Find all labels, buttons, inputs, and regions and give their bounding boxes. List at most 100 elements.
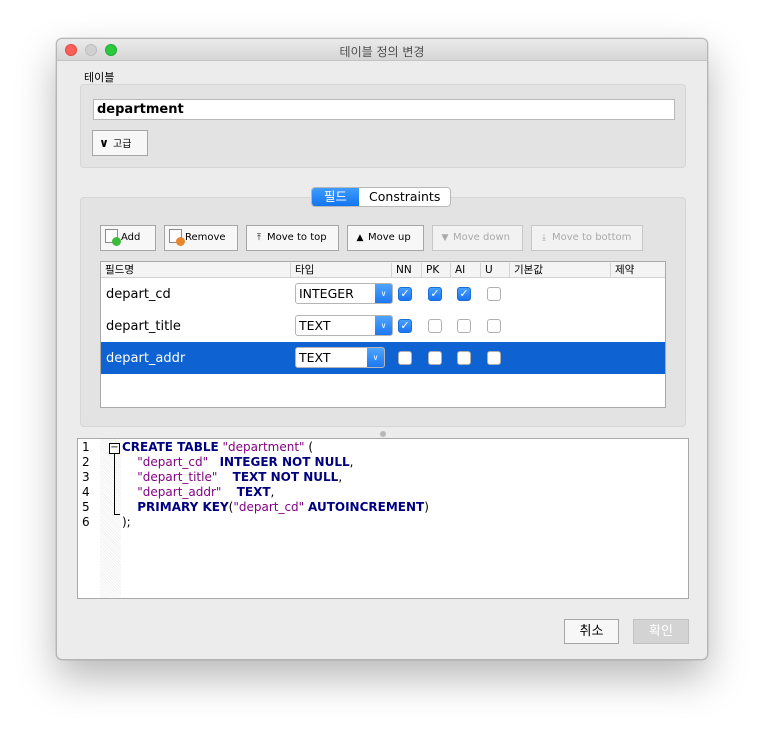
column-header[interactable]: PK [421,263,439,277]
code-line: "depart_cd" INTEGER NOT NULL, [122,455,353,469]
move-to-top-button[interactable]: ⤒ Move to top [246,225,339,251]
field-name-cell[interactable]: depart_addr [106,351,185,366]
remove-field-button[interactable]: Remove [164,225,238,251]
fields-group: Add Remove ⤒ Move to top ▲ Move up ▼ Move d… [80,197,686,427]
type-select[interactable]: TEXT ∨ [295,315,393,336]
column-header[interactable]: 필드명 [101,263,134,277]
ai-checkbox[interactable] [457,351,471,365]
code-line: PRIMARY KEY("depart_cd" AUTOINCREMENT) [122,500,429,514]
dialog-window: 테이블 정의 변경 테이블 department ∨ 고급 필드 Constrai… [56,38,708,660]
column-header[interactable]: U [480,263,493,277]
fold-guide [114,454,115,514]
tab-bar: 필드 Constraints [311,187,452,207]
column-header[interactable]: AI [450,263,465,277]
tab-fields[interactable]: 필드 [312,188,360,206]
move-down-icon: ▼ [441,233,449,243]
move-up-icon: ▲ [356,233,364,243]
line-number: 1 [82,440,90,454]
sql-string: "depart_addr" [137,485,222,499]
move-down-button[interactable]: ▼ Move down [432,225,523,251]
move-up-button[interactable]: ▲ Move up [347,225,424,251]
table-row[interactable]: depart_cd INTEGER ∨ ✓ ✓ ✓ [101,278,665,310]
fold-collapse-icon[interactable]: − [109,443,120,454]
sql-keyword: INTEGER NOT NULL [219,455,350,469]
type-select[interactable]: INTEGER ∨ [295,283,393,304]
sql-keyword: CREATE TABLE [122,440,219,454]
u-checkbox[interactable] [487,287,501,301]
sql-keyword: TEXT NOT NULL [232,470,339,484]
line-number: 2 [82,455,90,469]
column-header[interactable]: NN [391,263,412,277]
add-label: Add [121,232,141,243]
sql-punct: ) [424,500,429,514]
type-value: TEXT [299,318,331,333]
splitter-handle[interactable] [380,431,386,437]
chevron-down-icon: ∨ [367,348,384,367]
type-value: TEXT [299,350,331,365]
sql-preview[interactable]: 1 2 3 4 5 6 − CREATE TABLE "department" … [77,438,689,599]
sql-punct: , [270,485,275,499]
sql-punct: , [349,455,354,469]
chevron-down-icon: ∨ [99,136,109,150]
pk-checkbox[interactable]: ✓ [428,287,442,301]
move-to-bottom-label: Move to bottom [552,232,632,243]
ai-checkbox[interactable] [457,319,471,333]
type-select[interactable]: TEXT ∨ [295,347,385,368]
advanced-button[interactable]: ∨ 고급 [92,130,148,156]
table-row[interactable]: depart_title TEXT ∨ ✓ [101,310,665,342]
chevron-down-icon: ∨ [375,316,392,335]
nn-checkbox[interactable] [398,351,412,365]
pk-checkbox[interactable] [428,351,442,365]
move-up-label: Move up [368,232,411,243]
column-header[interactable]: 제약 [610,263,634,277]
add-field-icon [105,229,121,246]
remove-label: Remove [185,232,226,243]
chevron-down-icon: ∨ [375,284,392,303]
u-checkbox[interactable] [487,351,501,365]
add-field-button[interactable]: Add [100,225,156,251]
column-header[interactable]: 기본값 [509,263,543,277]
move-to-bottom-icon: ⤓ [542,233,546,243]
sql-string: "depart_cd" [137,455,209,469]
line-number: 4 [82,485,90,499]
sql-keyword: AUTOINCREMENT [308,500,425,514]
table-header: 필드명 타입 NN PK AI U 기본값 제약 [101,262,665,278]
sql-string: "department" [222,440,305,454]
pk-checkbox[interactable] [428,319,442,333]
sql-keyword: TEXT [236,485,271,499]
move-down-label: Move down [453,232,510,243]
sql-keyword: PRIMARY KEY [137,500,229,514]
move-to-top-label: Move to top [267,232,327,243]
nn-checkbox[interactable]: ✓ [398,319,412,333]
code-line: "depart_addr" TEXT, [122,485,274,499]
code-line: ); [122,515,131,529]
field-name-cell[interactable]: depart_title [106,319,181,334]
sql-punct: , [338,470,343,484]
code-line: CREATE TABLE "department" ( [122,440,313,454]
cancel-button[interactable]: 취소 [564,619,619,644]
move-to-bottom-button[interactable]: ⤓ Move to bottom [531,225,643,251]
sql-punct: ( [304,440,314,454]
move-to-top-icon: ⤒ [257,233,261,243]
table-row-selected[interactable]: depart_addr TEXT ∨ [101,342,665,374]
code-line: "depart_title" TEXT NOT NULL, [122,470,342,484]
remove-field-icon [169,229,185,246]
advanced-label: 고급 [113,139,132,150]
table-section-label: 테이블 [84,71,115,84]
ai-checkbox[interactable]: ✓ [457,287,471,301]
field-name-cell[interactable]: depart_cd [106,287,171,302]
line-number: 3 [82,470,90,484]
fields-table: 필드명 타입 NN PK AI U 기본값 제약 depart_cd INTEG… [100,261,666,408]
nn-checkbox[interactable]: ✓ [398,287,412,301]
tab-constraints[interactable]: Constraints [359,188,450,206]
table-name-input[interactable]: department [93,99,675,120]
table-group: department ∨ 고급 [80,84,686,168]
u-checkbox[interactable] [487,319,501,333]
sql-string: "depart_cd" [233,500,305,514]
line-number: 5 [82,500,90,514]
sql-punct: ); [122,515,131,529]
line-number: 6 [82,515,90,529]
title-bar: 테이블 정의 변경 [57,39,707,61]
ok-button[interactable]: 확인 [633,619,689,644]
column-header[interactable]: 타입 [290,263,314,277]
